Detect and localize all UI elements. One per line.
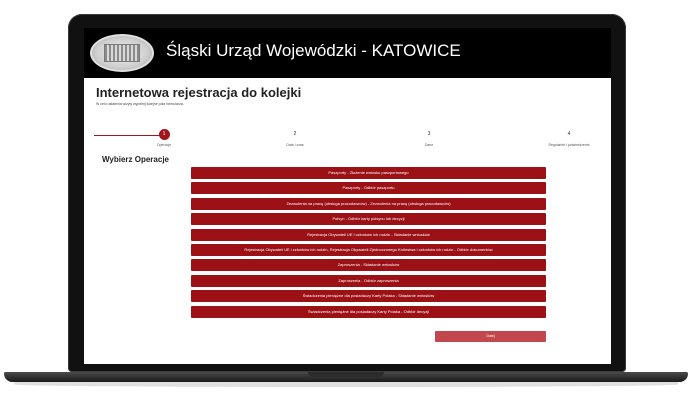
step-regulamin: 4 Regulamin i potwierdzenie bbox=[529, 129, 609, 147]
operation-button-rejestracja-ue-skladanie[interactable]: Rejestracja Obywateli UE i członków ich … bbox=[191, 228, 546, 241]
step-label: Operacje bbox=[156, 143, 172, 147]
next-button[interactable]: Dalej bbox=[435, 331, 546, 342]
laptop-notch bbox=[308, 372, 384, 377]
site-header: Śląski Urząd Wojewódzki - KATOWICE bbox=[84, 28, 611, 78]
laptop-screen: Śląski Urząd Wojewódzki - KATOWICE Inter… bbox=[84, 28, 611, 364]
operation-button-zezwolenia-na-prace[interactable]: Zezwolenia na pracę (obsługa pracodawców… bbox=[191, 197, 546, 210]
operation-button-swiadczenia-odbior[interactable]: Świadczenia pieniężne dla posiadaczy Kar… bbox=[191, 305, 546, 318]
operation-button-paszporty-zlozenie[interactable]: Paszporty - Złożenie wniosku paszportowe… bbox=[191, 167, 546, 179]
section-title: Wybierz Operacje bbox=[102, 155, 169, 164]
step-operacje: 1 Operacje bbox=[124, 129, 204, 147]
page-subtitle: W celu ustalenia wizyty wypełnij kolejne… bbox=[96, 102, 184, 106]
operation-button-rejestracja-ue-odbior[interactable]: Rejestracja Obywateli UE i członków ich … bbox=[191, 243, 546, 256]
step-number: 3 bbox=[423, 129, 435, 140]
operation-button-polsyn-odbior[interactable]: Polsyn - Odbiór karty polsynu lub decyzj… bbox=[191, 213, 546, 226]
step-label: Regulamin i potwierdzenie bbox=[548, 143, 590, 147]
step-number: 1 bbox=[158, 129, 170, 140]
step-dane: 3 Dane bbox=[389, 129, 469, 147]
step-label: Dane bbox=[424, 143, 434, 147]
operation-button-swiadczenia-skladanie[interactable]: Świadczenia pieniężne dla posiadaczy Kar… bbox=[191, 290, 546, 303]
step-number: 2 bbox=[289, 129, 301, 140]
building-icon bbox=[104, 44, 140, 62]
office-logo[interactable] bbox=[90, 34, 154, 72]
page-title: Internetowa rejestracja do kolejki bbox=[96, 85, 302, 100]
laptop-shadow bbox=[14, 382, 678, 387]
operation-button-paszporty-odbior[interactable]: Paszporty - Odbiór paszportu bbox=[191, 182, 546, 195]
operation-button-zaproszenia-skladanie[interactable]: Zaproszenia - Składanie wniosków bbox=[191, 259, 546, 272]
operation-button-zaproszenia-odbior[interactable]: Zaproszenia - Odbiór zaproszenia bbox=[191, 274, 546, 287]
step-number: 4 bbox=[563, 129, 575, 140]
operations-list: Paszporty - Złożenie wniosku paszportowe… bbox=[191, 167, 546, 321]
site-title: Śląski Urząd Wojewódzki - KATOWICE bbox=[166, 41, 461, 60]
step-data-i-czas: 2 Data i czas bbox=[255, 129, 335, 147]
step-label: Data i czas bbox=[286, 143, 304, 147]
